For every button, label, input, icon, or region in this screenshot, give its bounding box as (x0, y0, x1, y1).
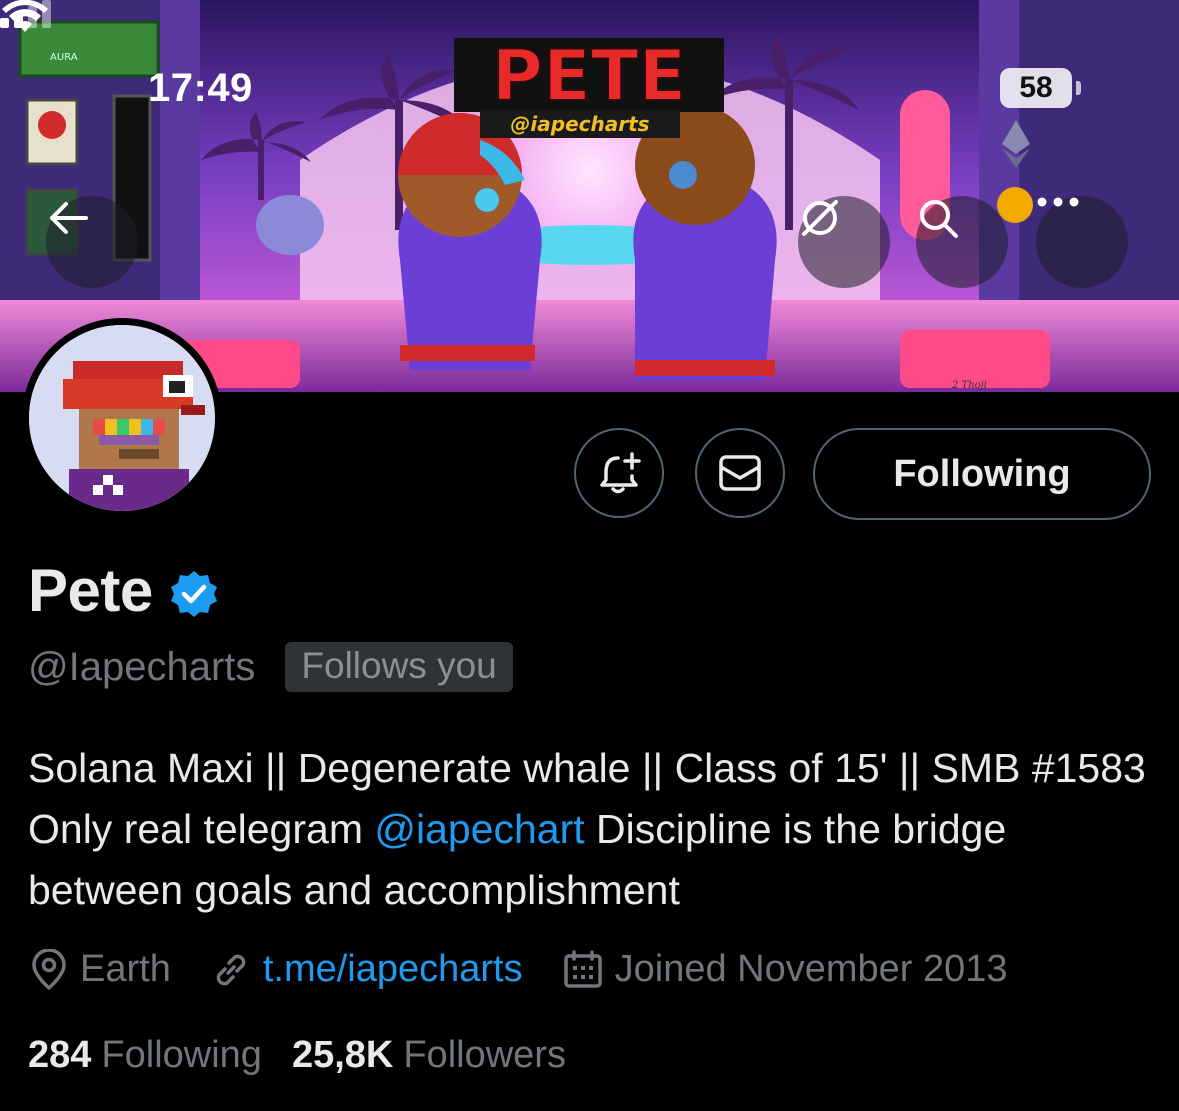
location-pin-icon (32, 948, 66, 990)
envelope-icon (719, 455, 761, 491)
link-icon (216, 954, 246, 985)
profile-avatar[interactable] (22, 318, 222, 518)
calendar-icon (563, 949, 602, 988)
battery-level: 58 (1000, 68, 1072, 108)
following-count: 284 (28, 1034, 92, 1076)
name-row: Pete (28, 556, 219, 625)
verified-badge-icon[interactable] (169, 569, 219, 619)
website-link[interactable]: t.me/iapecharts (263, 948, 523, 991)
bio-mention-link[interactable]: @iapechart (374, 806, 584, 852)
bell-plus-icon (600, 452, 641, 494)
grok-button[interactable] (798, 196, 890, 288)
follows-you-badge: Follows you (285, 642, 513, 692)
profile-page: PETE @iapecharts AURA 2 Thoji 17:49 58 F… (0, 0, 1179, 1111)
followers-stat[interactable]: 25,8K Followers (292, 1034, 566, 1077)
message-button[interactable] (695, 428, 785, 518)
joined-date: Joined November 2013 (614, 948, 1008, 990)
notifications-button[interactable] (574, 428, 664, 518)
grok-icon (802, 200, 838, 236)
arrow-left-icon (50, 202, 88, 234)
profile-bio: Solana Maxi || Degenerate whale || Class… (28, 738, 1158, 921)
aura-label: AURA (50, 52, 78, 63)
display-name: Pete (28, 557, 153, 624)
handle-row: @Iapecharts Follows you (28, 642, 513, 692)
artist-signature: 2 Thoji (951, 380, 987, 391)
back-button[interactable] (46, 196, 138, 288)
banner-artwork: PETE @iapecharts AURA 2 Thoji (0, 0, 1179, 392)
more-icon (1037, 197, 1079, 207)
battery-cap (1076, 81, 1081, 95)
following-label: Following (101, 1034, 262, 1076)
profile-banner[interactable]: PETE @iapecharts AURA 2 Thoji 17:49 58 (0, 0, 1179, 392)
status-time: 17:49 (148, 66, 253, 110)
username-handle: @Iapecharts (28, 644, 256, 689)
banner-handle-text: @iapecharts (510, 112, 649, 136)
followers-count: 25,8K (291, 1034, 394, 1076)
profile-meta: Earth t.me/iapecharts Joined November 20… (30, 948, 1048, 991)
followers-label: Followers (403, 1034, 566, 1076)
location-item: Earth (30, 948, 171, 991)
avatar-pixel-art (29, 325, 215, 511)
location-text: Earth (80, 948, 171, 990)
joined-item: Joined November 2013 (563, 948, 1008, 991)
search-button[interactable] (916, 196, 1008, 288)
banner-logo-text: PETE (492, 35, 687, 117)
wifi-icon (2, 0, 48, 32)
more-button[interactable] (1036, 196, 1128, 288)
avatar-image (29, 325, 215, 511)
following-stat[interactable]: 284 Following (28, 1034, 262, 1077)
link-item[interactable]: t.me/iapecharts (211, 948, 523, 991)
search-icon (920, 200, 958, 238)
following-button[interactable]: Following (813, 428, 1151, 520)
follow-stats: 284 Following 25,8K Followers (28, 1034, 596, 1077)
